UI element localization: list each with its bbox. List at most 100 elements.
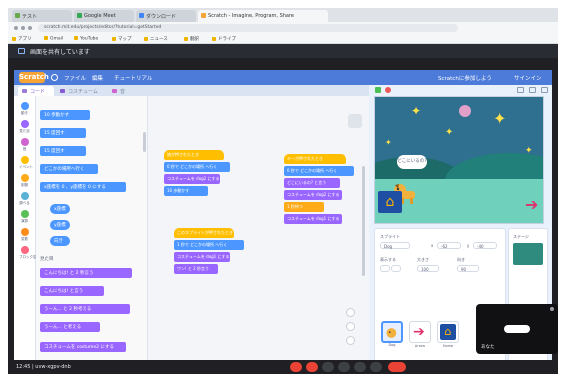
show-toggle[interactable] [380, 265, 390, 272]
palette-block[interactable]: こんにちは! と 2 秒言う [40, 268, 132, 278]
direction-field[interactable]: 90 [457, 265, 479, 272]
script-block[interactable]: コスチュームを dog2 にする [164, 174, 220, 184]
sign-in-link[interactable]: サインイン [514, 74, 542, 82]
stage-pane-label: ステージ [513, 234, 529, 239]
y-field[interactable]: -40 [473, 242, 497, 249]
script-block[interactable]: 1 秒待つ [284, 202, 324, 212]
category-looks[interactable]: 見た目 [19, 120, 30, 134]
fullscreen-icon[interactable] [541, 87, 548, 93]
menu-edit[interactable]: 編集 [92, 74, 103, 82]
zoom-out-icon[interactable] [346, 322, 355, 331]
tab-sounds[interactable]: 音 [108, 86, 134, 96]
script-block[interactable]: ワン! と 2 秒言う [174, 264, 218, 274]
sprite-name-field[interactable]: Dog [380, 242, 410, 249]
small-stage-icon[interactable] [517, 87, 524, 93]
script-block[interactable]: どこにいるの? と言う [284, 178, 340, 188]
category-motion[interactable]: 動き [19, 102, 30, 116]
home-sprite[interactable]: ⌂ [378, 191, 402, 213]
mic-off-icon[interactable] [290, 362, 302, 372]
sprite-thumb-home[interactable]: ⌂ Home [437, 321, 459, 348]
back-icon[interactable] [14, 26, 18, 30]
zoom-reset-icon[interactable] [346, 336, 355, 345]
bookmark[interactable]: アプリ [12, 36, 32, 42]
palette-block[interactable]: どこかの場所へ行く [40, 164, 98, 174]
reporter-block[interactable]: x座標 [50, 204, 70, 214]
browser-tab[interactable]: Google Meet [74, 10, 134, 22]
script-block[interactable]: コスチュームを dog2 にする [284, 190, 342, 200]
more-options-icon[interactable] [550, 307, 554, 311]
bookmark[interactable]: YouTube [74, 36, 98, 42]
sprite-thumb-arrow[interactable]: ➔ Arrow [409, 321, 431, 348]
bookmark[interactable]: ドライブ [212, 36, 236, 42]
meeting-time-code: 12:45 | uvw-xgpv-dnb [16, 364, 71, 370]
palette-block[interactable]: x座標を 0 、y座標を 0 にする [40, 182, 126, 192]
y-label: y [467, 243, 470, 248]
palette-block[interactable]: うーん... と 2 秒考える [40, 304, 130, 314]
tab-costumes[interactable]: コスチューム [56, 86, 106, 96]
category-my-blocks[interactable]: ブロック定義 [19, 246, 40, 260]
palette-block[interactable]: こんにちは! と言う [40, 286, 104, 296]
palette-block[interactable]: うーん... と考える [40, 322, 100, 332]
script-block[interactable]: 10 歩動かす [164, 186, 208, 196]
script-block[interactable]: コスチュームを dog1 にする [174, 252, 230, 262]
arrow-sprite[interactable]: ➔ [525, 197, 538, 213]
category-operators[interactable]: 演算 [19, 210, 30, 224]
palette-block[interactable]: 10 歩動かす [40, 110, 90, 120]
bookmark[interactable]: ニュース [144, 36, 168, 42]
category-label: 動き [21, 111, 28, 115]
stage[interactable]: ✦ ✦ ✦ ✦ ✦ どこにいるの? ⌂ ➔ [374, 96, 544, 224]
menu-tutorials[interactable]: チュートリアル [114, 74, 152, 82]
palette-block[interactable]: 15 度回す [40, 146, 86, 156]
forward-icon[interactable] [21, 26, 25, 30]
x-field[interactable]: -62 [437, 242, 461, 249]
category-sound[interactable]: 音 [19, 138, 30, 152]
script-block[interactable]: 0 秒で どこかの場所 へ行く [284, 166, 354, 176]
reload-icon[interactable] [28, 26, 32, 30]
menu-file[interactable]: ファイル [64, 74, 86, 82]
browser-tab[interactable]: ダウンロード [136, 10, 196, 22]
sprite-thumb-dog[interactable]: Dog [381, 321, 403, 347]
reporter-block[interactable]: 向き [50, 236, 70, 246]
hide-toggle[interactable] [391, 265, 401, 272]
captions-icon[interactable] [322, 362, 334, 372]
palette-block[interactable]: 15 度回す [40, 128, 86, 138]
bookmark[interactable]: 翻訳 [184, 36, 199, 42]
category-events[interactable]: イベント [19, 156, 33, 170]
tab-code[interactable]: コード [18, 86, 54, 96]
browser-tab-active[interactable]: Scratch - Imagine, Program, Share [198, 10, 328, 22]
leave-call-button[interactable] [388, 362, 406, 372]
url-field[interactable]: scratch.mit.edu/projects/editor/?tutoria… [38, 24, 458, 32]
green-flag-icon[interactable] [375, 87, 381, 93]
palette-block[interactable]: コスチュームを costume2 にする [40, 342, 126, 352]
sprite-thumb-label: Home [442, 344, 454, 348]
palette-scrollbar[interactable] [143, 132, 146, 152]
camera-off-icon[interactable] [306, 362, 318, 372]
browser-tab[interactable]: テスト [12, 10, 72, 22]
current-sprite-ghost [348, 114, 362, 128]
script-block[interactable]: コスチュームを dog1 にする [284, 214, 342, 224]
category-label: 見た目 [19, 129, 30, 133]
workspace-scrollbar[interactable] [362, 166, 365, 276]
globe-icon[interactable] [51, 74, 58, 81]
bookmark[interactable]: マップ [112, 36, 132, 42]
size-field[interactable]: 100 [417, 265, 439, 272]
script-block[interactable]: 旗が押されたとき [164, 150, 224, 160]
category-control[interactable]: 制御 [19, 174, 30, 188]
raise-hand-icon[interactable] [338, 362, 350, 372]
bookmark[interactable]: Gmail [44, 36, 63, 42]
script-block[interactable]: このスプライトが押されたとき [174, 228, 234, 238]
script-workspace: 旗が押されたとき 0 秒で どこかの場所 へ行く コスチュームを dog2 にす… [148, 96, 369, 362]
category-sensing[interactable]: 調べる [19, 192, 30, 206]
large-stage-icon[interactable] [529, 87, 536, 93]
category-variables[interactable]: 変数 [19, 228, 30, 242]
script-block[interactable]: 0 秒で どこかの場所 へ行く [164, 162, 230, 172]
script-block[interactable]: キーが押されたとき [284, 154, 346, 164]
join-scratch-link[interactable]: Scratchに参加しよう [438, 74, 492, 82]
script-block[interactable]: 1 秒で どこかの場所 へ行く [174, 240, 244, 250]
present-now-icon[interactable] [354, 362, 366, 372]
more-icon[interactable] [370, 362, 382, 372]
zoom-in-icon[interactable] [346, 308, 355, 317]
stop-icon[interactable] [385, 87, 391, 93]
reporter-block[interactable]: y座標 [50, 220, 70, 230]
scratch-logo[interactable]: Scratch [19, 72, 49, 83]
